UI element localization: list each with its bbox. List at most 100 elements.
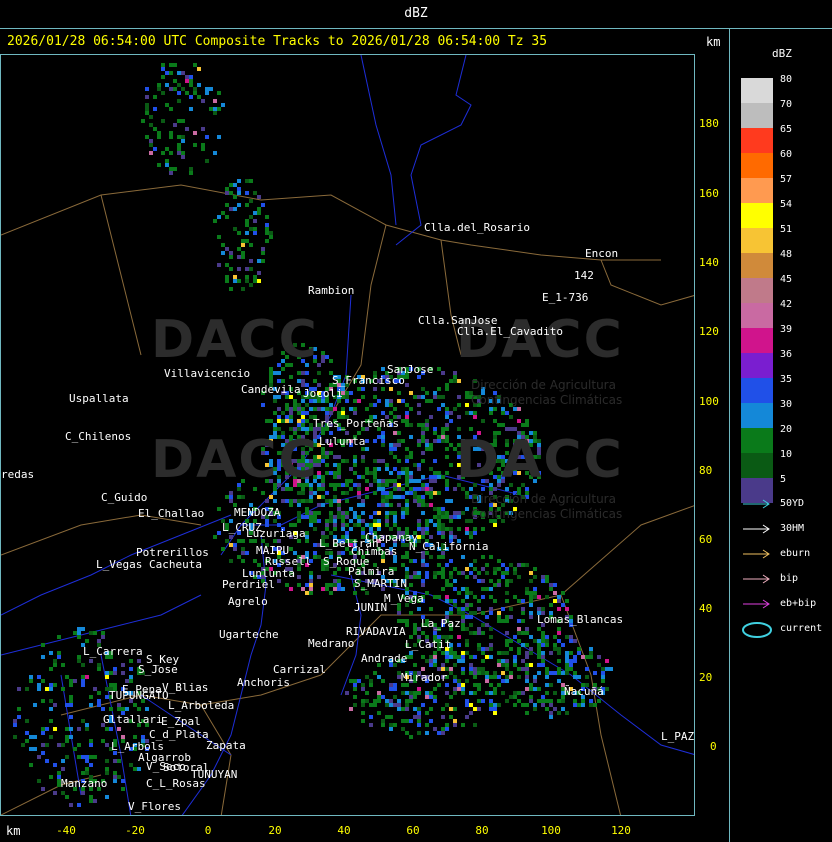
radar-cell [425, 591, 429, 595]
radar-cell [413, 395, 417, 399]
radar-cell [237, 267, 241, 271]
radar-cell [109, 707, 113, 711]
radar-cell [289, 411, 293, 415]
radar-cell [505, 663, 509, 667]
radar-cell [393, 479, 397, 483]
radar-cell [405, 567, 409, 571]
radar-cell [541, 703, 545, 707]
radar-cell [365, 479, 369, 483]
radar-cell [541, 635, 545, 639]
radar-cell [433, 655, 437, 659]
radar-cell [517, 651, 521, 655]
radar-cell [473, 527, 477, 531]
radar-cell [297, 411, 301, 415]
radar-cell [477, 683, 481, 687]
radar-cell [465, 395, 469, 399]
radar-cell [481, 671, 485, 675]
radar-cell [465, 715, 469, 719]
radar-cell [521, 563, 525, 567]
radar-cell [445, 383, 449, 387]
radar-cell [429, 555, 433, 559]
radar-cell [473, 723, 477, 727]
radar-cell [289, 587, 293, 591]
radar-cell [65, 675, 69, 679]
radar-cell [169, 131, 173, 135]
radar-cell [525, 627, 529, 631]
radar-cell [453, 587, 457, 591]
radar-cell [309, 511, 313, 515]
radar-cell [509, 675, 513, 679]
radar-cell [361, 703, 365, 707]
radar-cell [405, 459, 409, 463]
place-label: Lulunta [319, 435, 366, 448]
radar-cell [53, 763, 57, 767]
radar-cell [609, 667, 613, 671]
radar-cell [381, 479, 385, 483]
radar-cell [217, 263, 221, 267]
place-label: V_Flores [128, 800, 181, 813]
radar-cell [557, 679, 561, 683]
radar-cell [525, 675, 529, 679]
radar-cell [85, 767, 89, 771]
radar-cell [437, 387, 441, 391]
radar-cell [25, 739, 29, 743]
radar-cell [509, 607, 513, 611]
radar-cell [341, 459, 345, 463]
radar-cell [469, 611, 473, 615]
radar-cell [425, 523, 429, 527]
radar-map[interactable]: DACC DACC DACC DACC Dirección de Agricul… [0, 54, 695, 816]
radar-cell [477, 579, 481, 583]
radar-cell [501, 651, 505, 655]
radar-cell [401, 419, 405, 423]
radar-cell [501, 607, 505, 611]
radar-cell [445, 387, 449, 391]
radar-cell [245, 219, 249, 223]
radar-cell [65, 755, 69, 759]
radar-cell [157, 163, 161, 167]
radar-cell [549, 699, 553, 703]
radar-cell [245, 231, 249, 235]
radar-cell [473, 531, 477, 535]
radar-cell [437, 515, 441, 519]
radar-cell [321, 531, 325, 535]
legend-level-label: 80 [780, 74, 793, 85]
radar-cell [301, 419, 305, 423]
radar-cell [397, 471, 401, 475]
radar-cell [445, 579, 449, 583]
place-label: E_Zpal [161, 715, 201, 728]
radar-cell [433, 523, 437, 527]
radar-cell [429, 491, 433, 495]
radar-cell [449, 715, 453, 719]
radar-cell [117, 759, 121, 763]
radar-cell [321, 451, 325, 455]
radar-cell [81, 719, 85, 723]
radar-cell [529, 615, 533, 619]
radar-cell [101, 635, 105, 639]
place-label: Luzuriaga [246, 527, 306, 540]
radar-cell [233, 195, 237, 199]
radar-cell [253, 279, 257, 283]
radar-cell [425, 575, 429, 579]
radar-cell [449, 707, 453, 711]
track-arrow-icon [741, 546, 773, 562]
radar-cell [425, 519, 429, 523]
radar-cell [413, 571, 417, 575]
current-ellipse-icon [741, 621, 773, 638]
radar-cell [525, 655, 529, 659]
radar-cell [85, 639, 89, 643]
radar-cell [225, 203, 229, 207]
radar-cell [321, 483, 325, 487]
radar-cell [505, 591, 509, 595]
radar-cell [61, 743, 65, 747]
radar-cell [425, 691, 429, 695]
radar-cell [89, 703, 93, 707]
radar-cell [421, 439, 425, 443]
radar-cell [537, 671, 541, 675]
radar-cell [485, 691, 489, 695]
radar-cell [477, 667, 481, 671]
radar-cell [385, 463, 389, 467]
radar-cell [469, 667, 473, 671]
radar-cell [229, 543, 233, 547]
radar-cell [589, 651, 593, 655]
radar-cell [417, 691, 421, 695]
